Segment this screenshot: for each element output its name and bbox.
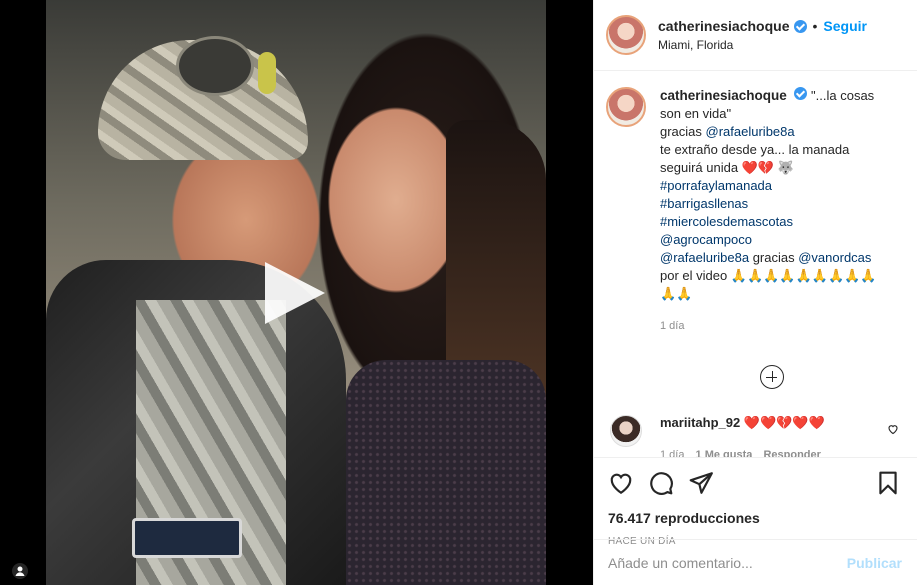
- action-icons: [608, 468, 901, 498]
- follow-button[interactable]: Seguir: [823, 18, 867, 34]
- caption-time[interactable]: 1 día: [660, 317, 890, 335]
- view-count[interactable]: 76.417 reproducciones: [608, 510, 901, 526]
- caption-username[interactable]: catherinesiachoque: [660, 88, 787, 103]
- plus-circle-icon[interactable]: [760, 365, 784, 389]
- publish-button[interactable]: Publicar: [847, 555, 902, 571]
- post-panel: catherinesiachoque • Seguir Miami, Flori…: [593, 0, 917, 585]
- comment-line: mariitahp_92 ❤️❤️💔❤️❤️: [660, 415, 829, 431]
- avatar[interactable]: [610, 415, 642, 447]
- comment-composer: Publicar: [594, 539, 917, 585]
- video-scene-dress: [346, 360, 546, 585]
- hashtag-link[interactable]: #barrigasllenas: [660, 196, 748, 211]
- mention-link[interactable]: @agrocampoco: [660, 232, 752, 247]
- comment-actions: 1 día 1 Me gusta Responder: [660, 449, 829, 457]
- avatar[interactable]: [606, 87, 646, 127]
- caption-line2-prefix: gracias: [660, 124, 706, 139]
- reply-button[interactable]: Responder: [763, 449, 820, 457]
- verified-badge-icon: [793, 19, 807, 33]
- video-player[interactable]: [0, 0, 593, 585]
- comment-time[interactable]: 1 día: [660, 449, 684, 457]
- comment-likes[interactable]: 1 Me gusta: [696, 449, 753, 457]
- heart-icon[interactable]: [608, 470, 634, 496]
- hashtag-link[interactable]: #miercolesdemascotas: [660, 214, 793, 229]
- mention-link[interactable]: @vanordcas: [798, 250, 871, 265]
- post-username[interactable]: catherinesiachoque: [658, 18, 790, 34]
- user-tag-icon[interactable]: [12, 563, 28, 579]
- caption: catherinesiachoque "...la cosas son en v…: [606, 87, 901, 335]
- separator-dot: •: [812, 18, 818, 34]
- bookmark-icon[interactable]: [875, 470, 901, 496]
- share-icon[interactable]: [688, 470, 714, 496]
- comment-item: mariitahp_92 ❤️❤️💔❤️❤️ 1 día 1 Me gusta …: [606, 415, 901, 457]
- post-location[interactable]: Miami, Florida: [658, 38, 867, 52]
- hashtag-link[interactable]: #porrafaylamanada: [660, 178, 772, 193]
- verified-badge-icon: [794, 87, 808, 100]
- caption-final-suffix: por el video: [660, 268, 728, 283]
- play-icon[interactable]: [265, 262, 325, 324]
- caption-line3-emoji: ❤️💔 🐺: [741, 160, 794, 175]
- post-header-meta: catherinesiachoque • Seguir Miami, Flori…: [658, 18, 867, 52]
- comment-input[interactable]: [608, 554, 847, 571]
- video-scene-cap-pin: [258, 52, 276, 94]
- comments-section[interactable]: catherinesiachoque "...la cosas son en v…: [594, 71, 917, 457]
- caption-final-mid: gracias: [749, 250, 799, 265]
- comment-body: mariitahp_92 ❤️❤️💔❤️❤️ 1 día 1 Me gusta …: [660, 415, 829, 457]
- mention-link[interactable]: @rafaeluribe8a: [660, 250, 749, 265]
- post-header: catherinesiachoque • Seguir Miami, Flori…: [594, 0, 917, 71]
- video-scene-name-patch: [132, 518, 242, 558]
- mention-link[interactable]: @rafaeluribe8a: [706, 124, 795, 139]
- heart-icon[interactable]: [887, 423, 899, 435]
- avatar[interactable]: [606, 15, 646, 55]
- comment-text: ❤️❤️💔❤️❤️: [743, 415, 825, 430]
- comment-icon[interactable]: [648, 470, 674, 496]
- comment-username[interactable]: mariitahp_92: [660, 415, 740, 430]
- caption-text: catherinesiachoque "...la cosas son en v…: [660, 87, 890, 335]
- post-author-line: catherinesiachoque • Seguir: [658, 18, 867, 34]
- video-scene-cap-patch: [176, 36, 254, 96]
